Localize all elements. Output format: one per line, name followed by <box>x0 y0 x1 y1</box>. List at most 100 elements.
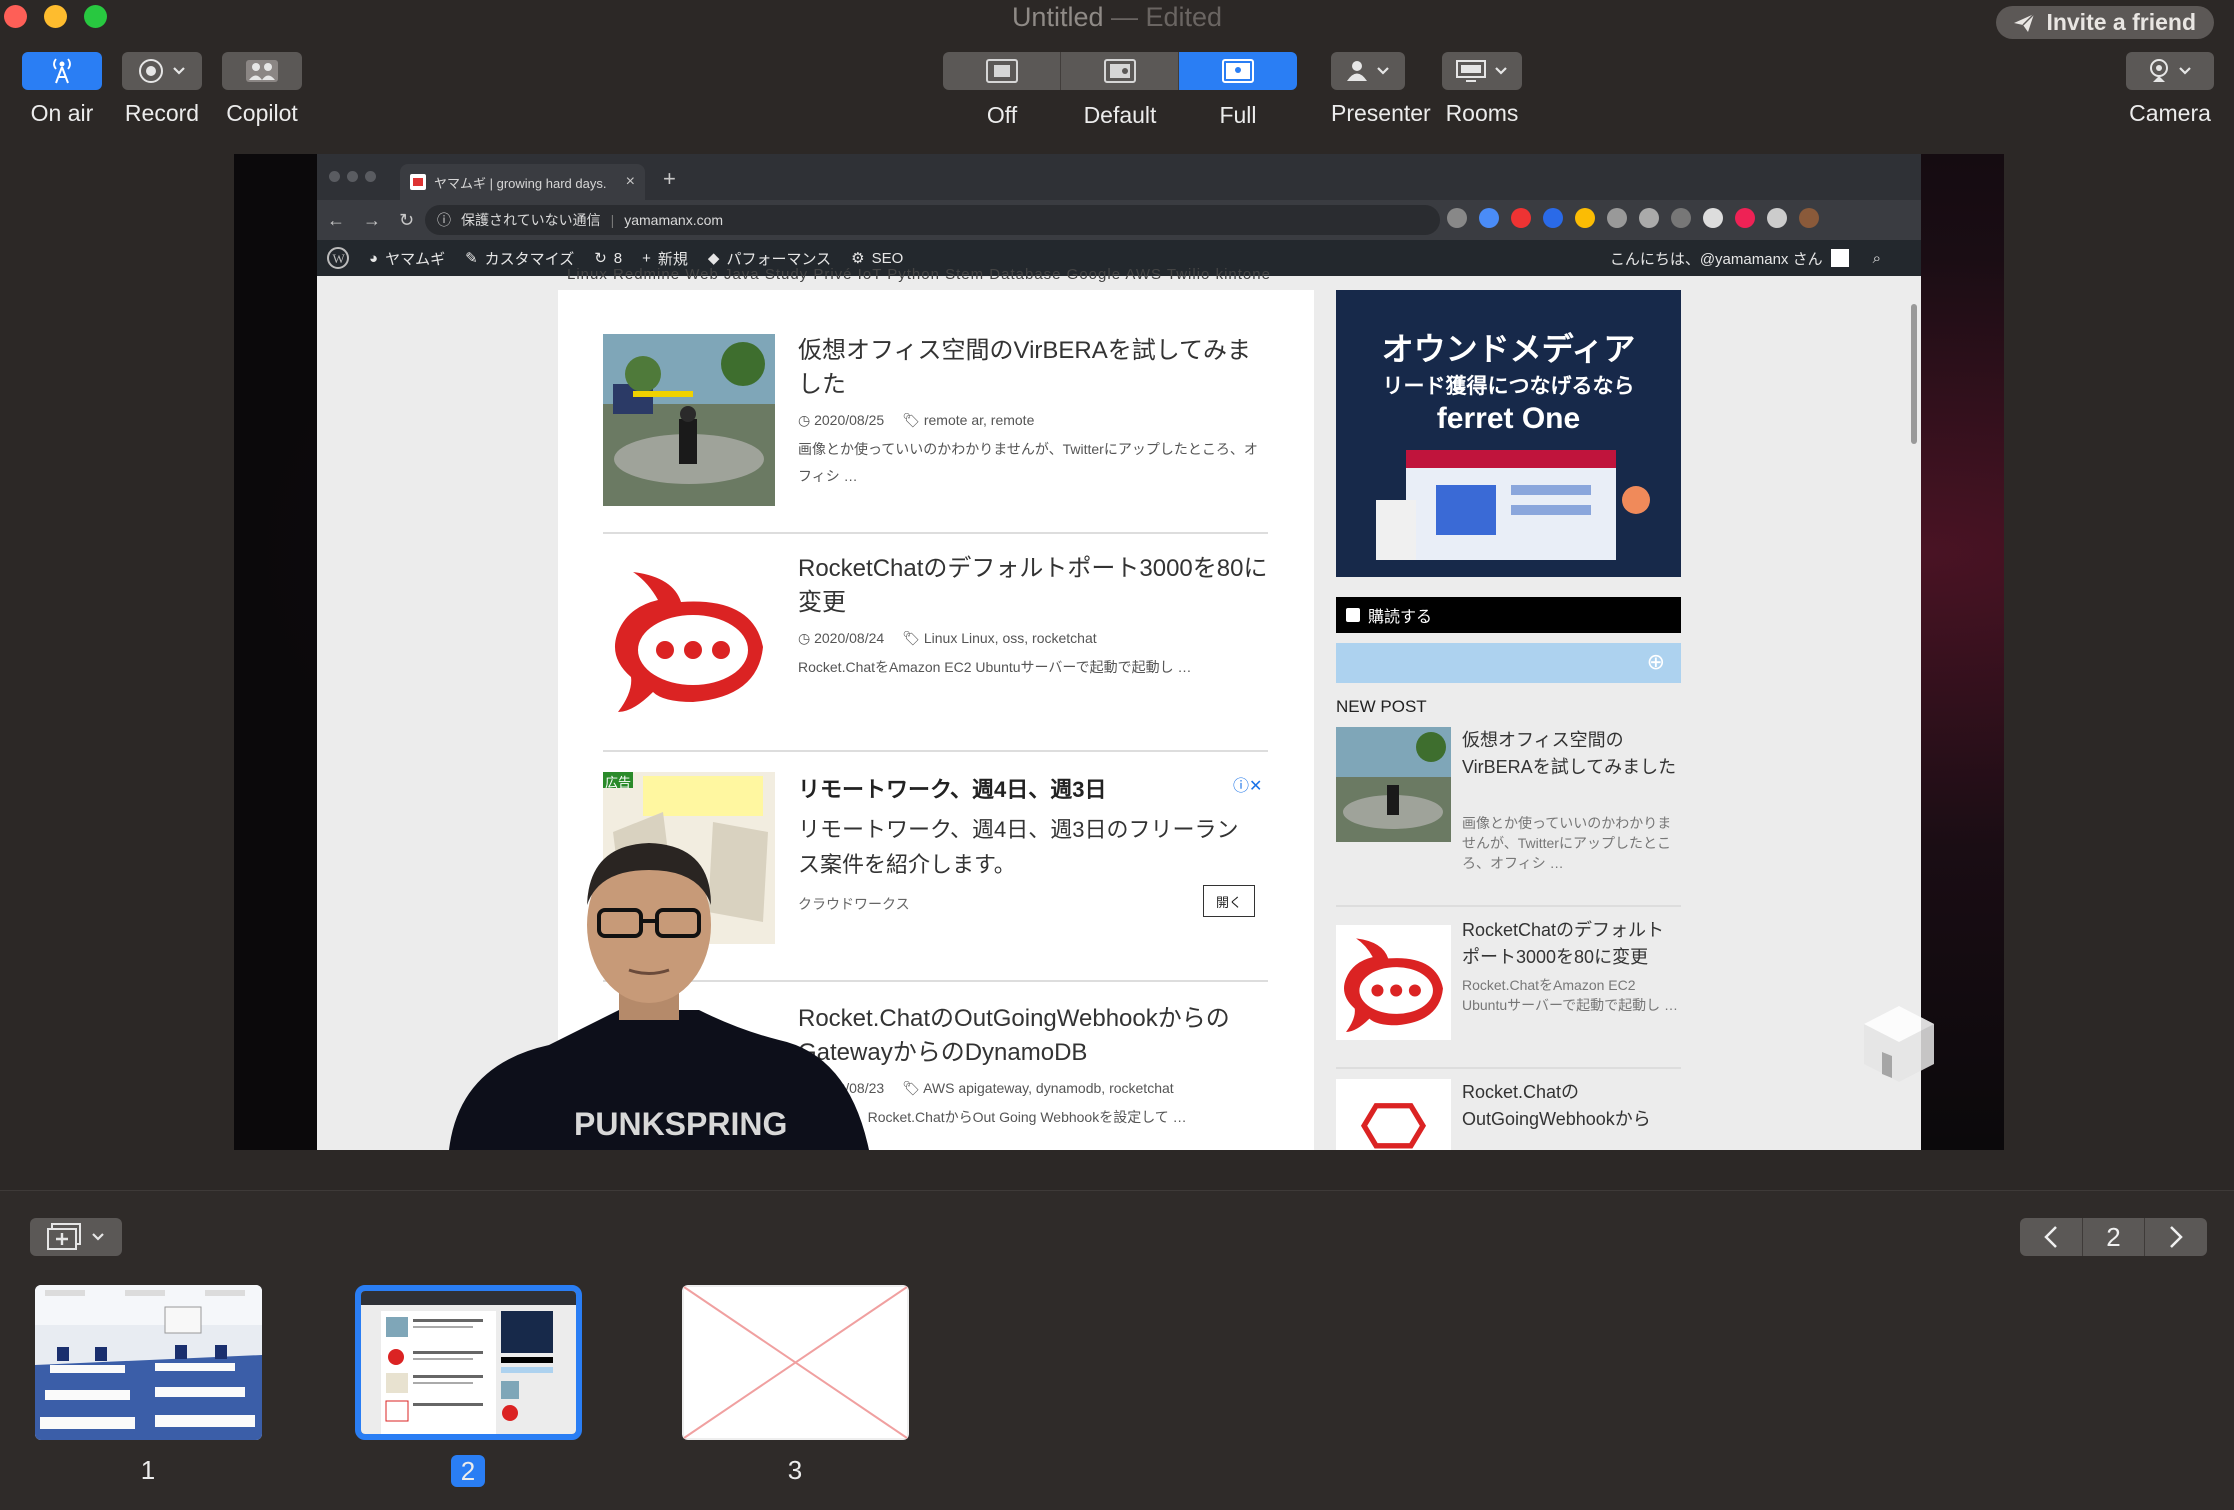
paper-plane-icon <box>2014 12 2035 32</box>
page-scrollbar[interactable] <box>1911 304 1917 444</box>
extension-icon[interactable] <box>1479 208 1499 228</box>
copilot-tool[interactable]: Copilot <box>222 52 302 127</box>
sidebar: オウンドメディア リード獲得につなげるなら ferret One 購読する ⊕ … <box>1336 290 1681 1150</box>
sidebar-post-thumbnail[interactable] <box>1336 1079 1451 1150</box>
layout-full-icon <box>1222 59 1254 83</box>
invite-friend-button[interactable]: Invite a friend <box>1996 6 2214 39</box>
ad-banner[interactable]: オウンドメディア リード獲得につなげるなら ferret One <box>1336 290 1681 577</box>
rocketchat-logo-thumbnail[interactable] <box>1336 925 1451 1040</box>
dashboard-icon: ◕ <box>369 249 379 267</box>
presenter-button[interactable] <box>1331 52 1405 90</box>
profile-avatar[interactable] <box>1799 208 1819 228</box>
layout-default-icon <box>1103 59 1136 83</box>
sidebar-post-item[interactable]: RocketChatのデフォルトポート3000を80に変更 Rocket.Cha… <box>1336 917 1681 1067</box>
copilot-label: Copilot <box>226 100 298 126</box>
divider <box>603 532 1268 534</box>
layout-off-button[interactable] <box>943 52 1061 90</box>
record-tool[interactable]: Record <box>122 52 202 127</box>
address-bar[interactable]: ⓘ 保護されていない通信 | yamamanx.com <box>425 205 1440 235</box>
ad-open-button[interactable]: 開く <box>1203 885 1255 917</box>
rss-icon <box>1346 608 1360 622</box>
sidebar-post-title[interactable]: 仮想オフィス空間のVirBERAを試してみました <box>1462 727 1682 781</box>
on-air-tool[interactable]: On air <box>22 52 102 127</box>
wp-customize-link[interactable]: ✎ カスタマイズ <box>465 248 574 269</box>
tab-close-icon[interactable]: × <box>626 173 635 191</box>
slide-thumbnail-empty[interactable] <box>682 1285 909 1440</box>
subscribe-button[interactable]: 購読する <box>1336 597 1681 633</box>
wp-site-link[interactable]: ◕ ヤマムギ <box>369 248 445 269</box>
slide-thumbnail-selected[interactable] <box>355 1285 582 1440</box>
ad-info-icon[interactable]: ⓘ✕ <box>1233 772 1262 796</box>
extension-icon[interactable] <box>1607 208 1627 228</box>
camera-label: Camera <box>2129 100 2211 126</box>
banner-brand: ferret One <box>1436 402 1581 435</box>
on-air-button[interactable] <box>22 52 102 90</box>
copilot-users-icon <box>246 60 278 82</box>
divider <box>1336 905 1681 907</box>
extension-icon[interactable] <box>1543 208 1563 228</box>
post-tags[interactable]: 🏷 remote ar, remote <box>902 412 1034 429</box>
layout-full-label: Full <box>1219 102 1257 128</box>
sidebar-post-title[interactable]: RocketChatのデフォルトポート3000を80に変更 <box>1462 917 1682 971</box>
tab-title: ヤマムギ | growing hard days. <box>434 175 607 191</box>
previous-slide-button[interactable] <box>2020 1218 2083 1256</box>
wp-seo-link[interactable]: ⚙ SEO <box>851 249 903 268</box>
layout-default-button[interactable] <box>1061 52 1179 90</box>
forward-arrow-icon[interactable]: → <box>363 210 381 231</box>
extension-icon[interactable] <box>1575 208 1595 228</box>
sidebar-search-input[interactable]: ⊕ <box>1336 643 1681 683</box>
layout-segmented-control[interactable] <box>943 52 1297 90</box>
post-item[interactable]: 仮想オフィス空間のVirBERAを試してみました ◷ 2020/08/25 🏷 … <box>603 334 1268 514</box>
add-slide-button[interactable] <box>30 1218 122 1256</box>
extension-icon[interactable] <box>1735 208 1755 228</box>
record-label: Record <box>124 100 200 126</box>
extension-icon[interactable] <box>1703 208 1723 228</box>
presenter-tool[interactable]: Presenter <box>1331 52 1431 127</box>
layout-full-button[interactable] <box>1179 52 1297 90</box>
search-icon[interactable]: ⌕ <box>1873 250 1881 267</box>
sidebar-post-thumbnail[interactable] <box>1336 727 1451 842</box>
wordpress-logo-icon[interactable]: W <box>327 247 349 269</box>
search-icon[interactable]: ⊕ <box>1647 649 1665 675</box>
camera-tool[interactable]: Camera <box>2126 52 2214 127</box>
chevron-down-icon <box>1495 67 1507 75</box>
extension-icon[interactable] <box>1511 208 1531 228</box>
post-thumbnail[interactable] <box>603 334 775 506</box>
post-item[interactable]: RocketChatのデフォルトポート3000を80に変更 ◷ 2020/08/… <box>603 552 1268 732</box>
post-title[interactable]: 仮想オフィス空間のVirBERAを試してみました <box>798 334 1268 402</box>
sidebar-post-item[interactable]: Rocket.ChatのOutGoingWebhookから <box>1336 1079 1681 1150</box>
webcam-icon <box>2150 59 2168 82</box>
divider <box>1336 1067 1681 1069</box>
next-slide-button[interactable] <box>2145 1218 2207 1256</box>
slide-number: 1 <box>140 1455 156 1485</box>
extension-icon[interactable] <box>1639 208 1659 228</box>
sidebar-post-title[interactable]: Rocket.ChatのOutGoingWebhookから <box>1462 1079 1682 1133</box>
layout-off-icon <box>985 59 1018 83</box>
post-tags[interactable]: 🏷 Linux Linux, oss, rocketchat <box>902 630 1096 647</box>
camera-button[interactable] <box>2126 52 2214 90</box>
rooms-button[interactable] <box>1442 52 1522 90</box>
slide-thumbnail[interactable] <box>35 1285 262 1440</box>
wp-updates-link[interactable]: ↻ 8 <box>594 249 622 268</box>
post-title[interactable]: RocketChatのデフォルトポート3000を80に変更 <box>798 552 1268 620</box>
extension-icon[interactable] <box>1671 208 1691 228</box>
rooms-tool[interactable]: Rooms <box>1442 52 1522 127</box>
sidebar-post-item[interactable]: 仮想オフィス空間のVirBERAを試してみました 画像とか使っていいのかわかりま… <box>1336 727 1681 897</box>
new-tab-icon[interactable]: + <box>663 166 676 192</box>
subscribe-label: 購読する <box>1368 609 1433 626</box>
chevron-down-icon <box>173 67 185 75</box>
ad-title[interactable]: リモートワーク、週4日、週3日 <box>798 772 1107 804</box>
svg-text:PUNKSPRING: PUNKSPRING <box>574 1106 787 1142</box>
copilot-button[interactable] <box>222 52 302 90</box>
post-excerpt: 画像とか使っていいのかわかりませんが、Twitterにアップしたところ、オフィシ… <box>798 441 1258 484</box>
rocketchat-logo-thumbnail[interactable] <box>603 552 775 724</box>
wp-account[interactable]: こんにちは、@yamamanx さん ⌕ <box>1610 240 1881 276</box>
back-arrow-icon[interactable]: ← <box>327 210 345 231</box>
browser-tab[interactable]: ヤマムギ | growing hard days. × <box>400 164 645 200</box>
extension-icon[interactable] <box>1447 208 1467 228</box>
puzzle-icon[interactable] <box>1767 208 1787 228</box>
post-tags[interactable]: 🏷 AWS apigateway, dynamodb, rocketchat <box>902 1080 1173 1097</box>
banner-subline: リード獲得につなげるなら <box>1382 375 1635 398</box>
record-button[interactable] <box>122 52 202 90</box>
reload-icon[interactable]: ↻ <box>399 210 414 231</box>
